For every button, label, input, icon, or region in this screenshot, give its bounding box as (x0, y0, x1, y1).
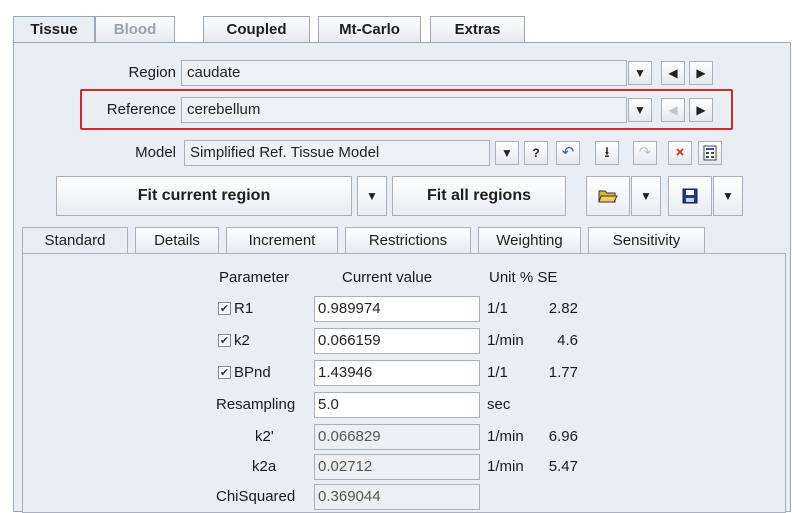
download-icon[interactable]: ⭳ (595, 141, 619, 165)
tab-mt-carlo[interactable]: Mt-Carlo (318, 16, 421, 42)
chisquared-label: ChiSquared (216, 488, 296, 505)
r1-checkbox[interactable]: ✔ (218, 301, 231, 315)
tab-extras[interactable]: Extras (430, 16, 525, 42)
tab-standard[interactable]: Standard (22, 227, 128, 254)
k2-param[interactable]: ✔ k2 (218, 330, 250, 352)
k2a-value-field: 0.02712 (314, 454, 480, 480)
tab-details[interactable]: Details (135, 227, 219, 253)
help-icon[interactable]: ? (524, 141, 548, 165)
r1-label: R1 (234, 300, 254, 317)
region-select[interactable]: caudate (181, 60, 627, 86)
model-label: Model (135, 144, 176, 161)
chisquared-value-field: 0.369044 (314, 484, 480, 510)
region-prev-icon[interactable]: ◀ (661, 61, 685, 85)
tab-blood[interactable]: Blood (95, 16, 175, 42)
k2-checkbox[interactable]: ✔ (218, 333, 231, 347)
region-label: Region (128, 64, 176, 81)
bpnd-label: BPnd (234, 364, 271, 381)
tab-sensitivity[interactable]: Sensitivity (588, 227, 705, 253)
region-dropdown-icon[interactable]: ▼ (628, 61, 652, 85)
region-next-icon[interactable]: ▶ (689, 61, 713, 85)
k2a-label: k2a (252, 458, 277, 475)
redo-icon[interactable]: ↷ (633, 141, 657, 165)
undo-icon[interactable]: ↶ (556, 141, 580, 165)
fit-options-dropdown-icon[interactable]: ▼ (357, 176, 387, 216)
bpnd-checkbox[interactable]: ✔ (218, 365, 231, 379)
k2prime-se: 6.96 (548, 428, 578, 445)
open-folder-icon[interactable] (586, 176, 630, 216)
close-icon[interactable]: × (668, 141, 692, 165)
k2-value-field[interactable]: 0.066159 (314, 328, 480, 354)
tab-tissue[interactable]: Tissue (13, 16, 95, 43)
resampling-value-field[interactable]: 5.0 (314, 392, 480, 418)
tab-coupled[interactable]: Coupled (203, 16, 310, 42)
fit-current-region-button[interactable]: Fit current region (56, 176, 352, 216)
bpnd-se: 1.77 (548, 364, 578, 381)
r1-se: 2.82 (548, 300, 578, 317)
r1-unit: 1/1 (487, 300, 508, 317)
r1-param[interactable]: ✔ R1 (218, 298, 253, 320)
header-parameter: Parameter (219, 269, 290, 286)
header-unit-se: Unit % SE (489, 269, 558, 286)
k2-label: k2 (234, 332, 250, 349)
k2prime-value-field: 0.066829 (314, 424, 480, 450)
reference-highlight (80, 89, 733, 130)
bpnd-unit: 1/1 (487, 364, 508, 381)
tab-weighting[interactable]: Weighting (478, 227, 581, 253)
open-dropdown-icon[interactable]: ▼ (631, 176, 661, 216)
model-select[interactable]: Simplified Ref. Tissue Model (184, 140, 490, 166)
k2-unit: 1/min (487, 332, 524, 349)
k2a-se: 5.47 (548, 458, 578, 475)
report-icon[interactable] (698, 141, 722, 165)
tab-increment[interactable]: Increment (226, 227, 338, 253)
k2prime-unit: 1/min (487, 428, 524, 445)
save-icon[interactable] (668, 176, 712, 216)
r1-value-field[interactable]: 0.989974 (314, 296, 480, 322)
model-dropdown-icon[interactable]: ▼ (495, 141, 519, 165)
k2prime-label: k2' (255, 428, 274, 445)
k2-se: 4.6 (557, 332, 578, 349)
bpnd-value-field[interactable]: 1.43946 (314, 360, 480, 386)
resampling-unit: sec (487, 396, 511, 413)
k2a-unit: 1/min (487, 458, 524, 475)
bpnd-param[interactable]: ✔ BPnd (218, 362, 271, 384)
header-current-value: Current value (342, 269, 433, 286)
save-dropdown-icon[interactable]: ▼ (713, 176, 743, 216)
tab-restrictions[interactable]: Restrictions (345, 227, 471, 253)
fit-all-regions-button[interactable]: Fit all regions (392, 176, 566, 216)
resampling-label: Resampling (216, 396, 296, 413)
